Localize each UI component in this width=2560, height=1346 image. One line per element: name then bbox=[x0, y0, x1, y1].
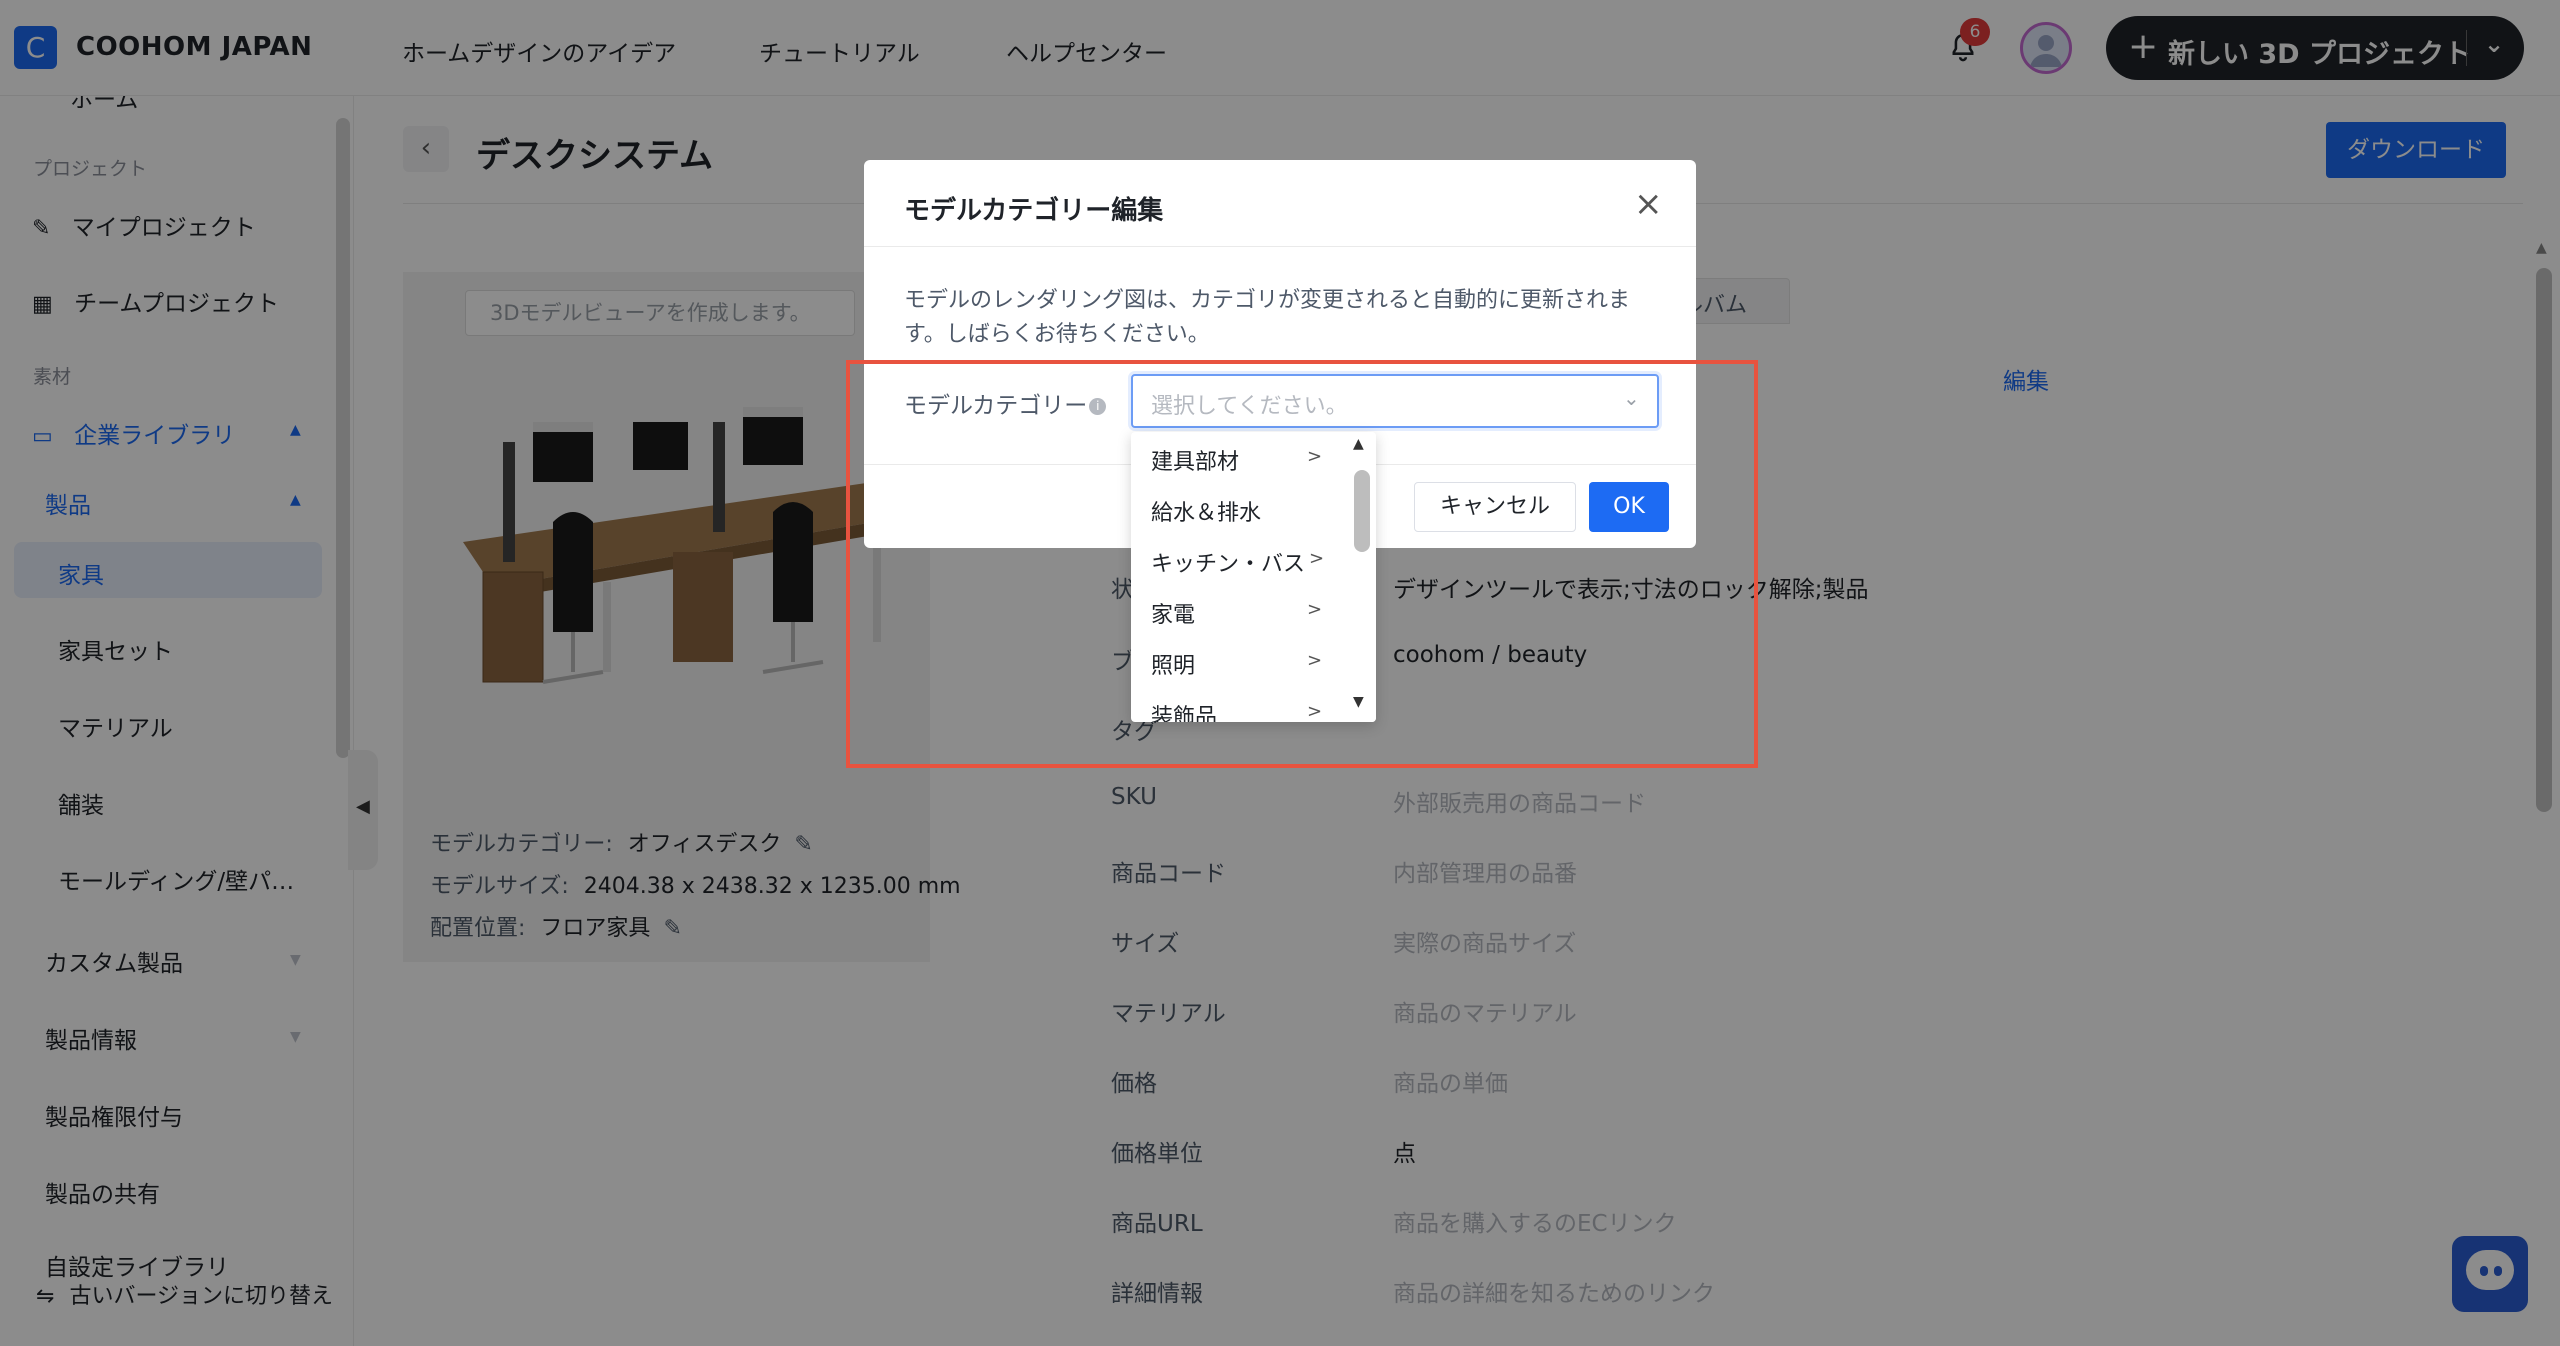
modal-description: モデルのレンダリング図は、カテゴリが変更されると自動的に更新されます。しばらくお… bbox=[904, 288, 1631, 347]
close-icon[interactable]: × bbox=[1634, 184, 1663, 224]
modal-title: モデルカテゴリー編集 bbox=[904, 196, 1164, 226]
modal-header-divider bbox=[864, 246, 1696, 247]
highlight-annotation bbox=[846, 360, 1758, 768]
